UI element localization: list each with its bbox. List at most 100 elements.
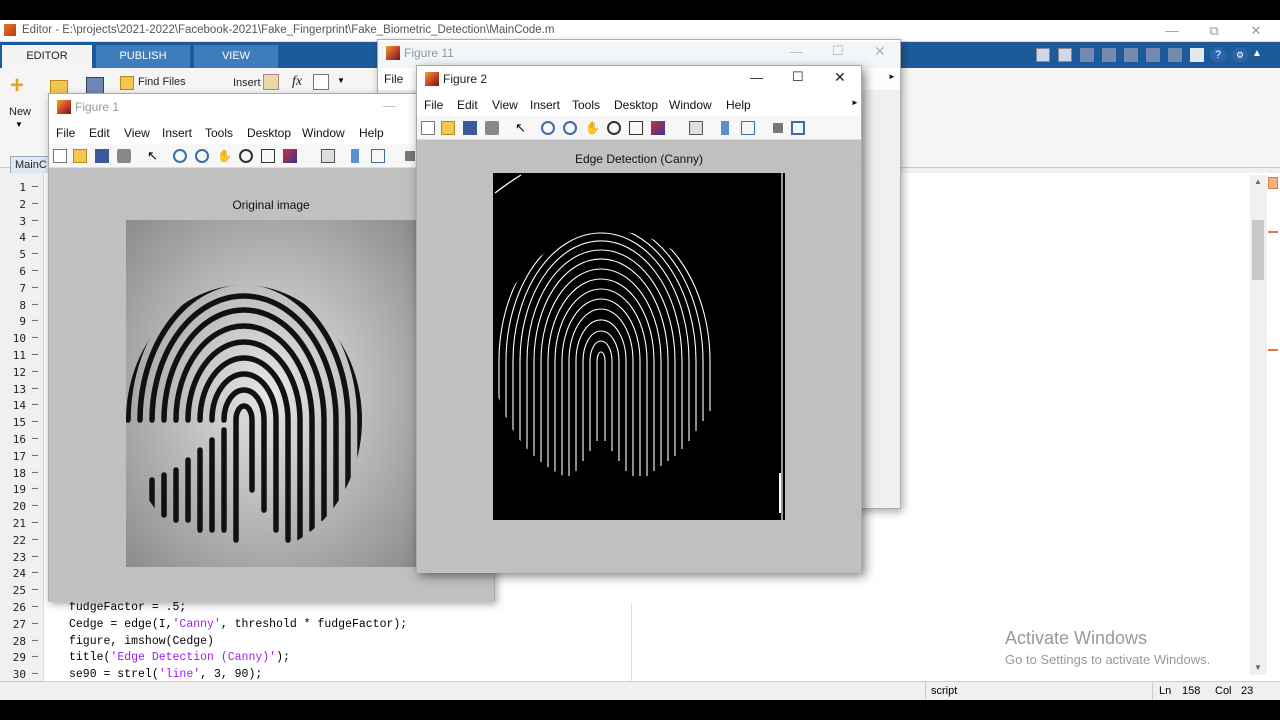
menu-tools[interactable]: Tools <box>205 126 233 140</box>
zoom-out-icon[interactable] <box>195 149 209 163</box>
help-icon[interactable]: ? <box>1210 47 1226 63</box>
zoom-out-icon[interactable] <box>563 121 577 135</box>
new-button[interactable]: New <box>9 106 31 118</box>
insert-button[interactable]: Insert <box>233 77 261 89</box>
breakpoint-marker[interactable]: – <box>32 551 40 562</box>
breakpoint-marker[interactable]: – <box>32 416 40 427</box>
menu-insert[interactable]: Insert <box>530 98 560 112</box>
minimize-icon[interactable]: — <box>790 44 803 59</box>
breakpoint-marker[interactable]: – <box>32 366 40 377</box>
figure-2-window[interactable]: Figure 2 — ☐ ✕ File Edit View Insert Too… <box>416 65 862 573</box>
rotate-icon[interactable] <box>607 121 621 135</box>
maximize-icon[interactable]: ☐ <box>832 43 844 59</box>
fx-button[interactable]: fx <box>292 74 302 90</box>
brush-icon[interactable] <box>651 121 665 135</box>
scrollbar-thumb[interactable] <box>1252 220 1264 280</box>
minimize-icon[interactable]: — <box>750 70 763 85</box>
menu-help[interactable]: Help <box>359 126 384 140</box>
menu-file[interactable]: File <box>384 72 403 86</box>
tab-publish[interactable]: PUBLISH <box>96 45 190 68</box>
find-files-button[interactable]: Find Files <box>138 76 186 88</box>
pan-icon[interactable]: ✋ <box>217 149 232 163</box>
insert-section-icon[interactable] <box>263 74 279 90</box>
pan-icon[interactable]: ✋ <box>585 121 600 135</box>
link-plot-icon[interactable] <box>689 121 703 135</box>
close-icon[interactable]: ✕ <box>874 43 886 60</box>
show-plot-tools-icon[interactable] <box>791 121 805 135</box>
save-icon[interactable] <box>1036 48 1050 62</box>
new-figure-icon[interactable] <box>53 149 67 163</box>
breakpoint-marker[interactable]: – <box>32 215 40 226</box>
breakpoint-marker[interactable]: – <box>32 332 40 343</box>
print-icon[interactable] <box>117 149 131 163</box>
minimize-icon[interactable]: — <box>383 98 396 113</box>
edit-plot-icon[interactable]: ↖ <box>515 121 529 135</box>
menu-window[interactable]: Window <box>302 126 345 140</box>
open-file-icon[interactable] <box>441 121 455 135</box>
close-icon[interactable]: ✕ <box>1236 21 1276 41</box>
switch-windows-icon[interactable] <box>1190 48 1204 62</box>
menu-desktop[interactable]: Desktop <box>614 98 658 112</box>
breakpoint-marker[interactable]: – <box>32 467 40 478</box>
cut-icon[interactable] <box>1080 48 1094 62</box>
scroll-down-icon[interactable]: ▼ <box>1254 663 1262 672</box>
breakpoint-marker[interactable]: – <box>32 500 40 511</box>
save-figure-icon[interactable] <box>463 121 477 135</box>
tab-view[interactable]: VIEW <box>194 45 278 68</box>
breakpoint-marker[interactable]: – <box>32 584 40 595</box>
edit-plot-icon[interactable]: ↖ <box>147 149 161 163</box>
breakpoint-marker[interactable]: – <box>32 299 40 310</box>
breakpoint-marker[interactable]: – <box>32 265 40 276</box>
breakpoint-marker[interactable]: – <box>32 668 40 679</box>
print-icon[interactable] <box>485 121 499 135</box>
breakpoint-marker[interactable]: – <box>32 601 40 612</box>
breakpoint-marker[interactable]: – <box>32 517 40 528</box>
link-plot-icon[interactable] <box>321 149 335 163</box>
undo-icon[interactable] <box>1146 48 1160 62</box>
menu-file[interactable]: File <box>424 98 443 112</box>
collapse-ribbon-icon[interactable]: ▲ <box>1252 48 1262 59</box>
insert-dropdown-icon[interactable]: ▼ <box>337 76 345 85</box>
save-figure-icon[interactable] <box>95 149 109 163</box>
menu-view[interactable]: View <box>124 126 150 140</box>
open-file-icon[interactable] <box>73 149 87 163</box>
breakpoint-marker[interactable]: – <box>32 282 40 293</box>
comment-icon[interactable] <box>313 74 329 90</box>
menu-tools[interactable]: Tools <box>572 98 600 112</box>
new-figure-icon[interactable] <box>421 121 435 135</box>
open-icon[interactable] <box>50 80 68 94</box>
editor-scrollbar[interactable]: ▲ ▼ <box>1250 175 1267 675</box>
menu-view[interactable]: View <box>492 98 518 112</box>
breakpoint-marker[interactable]: – <box>32 231 40 242</box>
breakpoint-marker[interactable]: – <box>32 618 40 629</box>
scroll-up-icon[interactable]: ▲ <box>1254 177 1262 186</box>
breakpoint-marker[interactable]: – <box>32 450 40 461</box>
copy-icon[interactable] <box>1102 48 1116 62</box>
menu-overflow-icon[interactable]: ► <box>851 98 859 107</box>
legend-icon[interactable] <box>371 149 385 163</box>
breakpoint-marker[interactable]: – <box>32 198 40 209</box>
menu-file[interactable]: File <box>56 126 75 140</box>
tab-editor[interactable]: EDITOR <box>2 45 92 68</box>
close-icon[interactable]: ✕ <box>834 69 846 86</box>
breakpoint-marker[interactable]: – <box>32 315 40 326</box>
disk-icon[interactable] <box>1058 48 1072 62</box>
breakpoint-marker[interactable]: – <box>32 483 40 494</box>
redo-icon[interactable] <box>1168 48 1182 62</box>
zoom-in-icon[interactable] <box>541 121 555 135</box>
menu-window[interactable]: Window <box>669 98 712 112</box>
breakpoint-marker[interactable]: – <box>32 181 40 192</box>
menu-edit[interactable]: Edit <box>457 98 478 112</box>
community-icon[interactable]: ⚙ <box>1232 47 1248 63</box>
menu-help[interactable]: Help <box>726 98 751 112</box>
menu-edit[interactable]: Edit <box>89 126 110 140</box>
paste-icon[interactable] <box>1124 48 1138 62</box>
restore-icon[interactable]: ⧉ <box>1194 21 1234 41</box>
breakpoint-marker[interactable]: – <box>32 567 40 578</box>
breakpoint-marker[interactable]: – <box>32 651 40 662</box>
brush-icon[interactable] <box>283 149 297 163</box>
document-tab[interactable]: MainC <box>10 156 52 174</box>
data-cursor-icon[interactable] <box>629 121 643 135</box>
find-files-icon[interactable] <box>120 76 134 90</box>
hide-plot-tools-icon[interactable] <box>773 123 783 133</box>
